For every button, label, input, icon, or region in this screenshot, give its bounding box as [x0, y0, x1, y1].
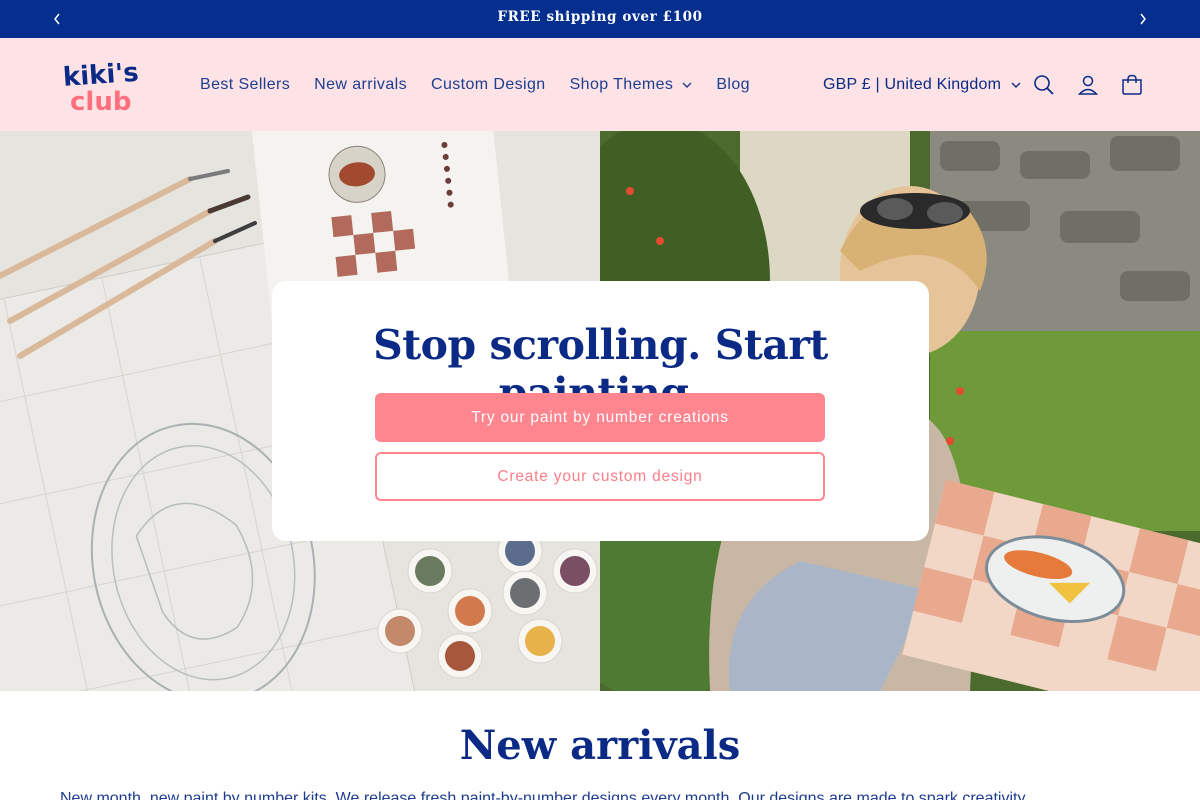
currency-label: GBP £ | United Kingdom — [823, 75, 1002, 93]
nav-custom-design[interactable]: Custom Design — [419, 76, 558, 94]
chevron-down-icon — [682, 82, 692, 88]
nav-best-sellers[interactable]: Best Sellers — [188, 76, 302, 94]
nav-label: Best Sellers — [200, 75, 291, 93]
site-header: kiki's club Best Sellers New arrivals Cu… — [0, 38, 1200, 131]
logo-mark: kiki's club — [62, 58, 140, 117]
new-arrivals-heading: New arrivals — [459, 722, 741, 769]
announcement-text: FREE shipping over £100 — [497, 9, 703, 25]
currency-selector[interactable]: GBP £ | United Kingdom — [823, 38, 1021, 131]
kikis-club-logo[interactable]: kiki's club — [60, 56, 150, 117]
custom-design-button[interactable]: Create your custom design — [375, 452, 825, 501]
announcement-next-button[interactable] — [1133, 9, 1153, 29]
nav-label: New arrivals — [314, 75, 407, 93]
paint-by-number-button[interactable]: Try our paint by number creations — [375, 393, 825, 442]
search-icon[interactable] — [1032, 73, 1056, 97]
main-nav: Best Sellers New arrivals Custom Design … — [188, 38, 762, 131]
nav-label: Shop Themes — [569, 75, 674, 93]
announcement-bar: FREE shipping over £100 — [0, 0, 1200, 38]
svg-text:club: club — [70, 87, 131, 116]
nav-label: Blog — [716, 75, 750, 93]
nav-new-arrivals[interactable]: New arrivals — [302, 76, 419, 94]
cart-icon[interactable] — [1120, 73, 1144, 97]
account-icon[interactable] — [1076, 73, 1100, 97]
chevron-right-icon — [1140, 13, 1146, 25]
hero-banner: Stop scrolling. Start painting. Try our … — [0, 131, 1200, 691]
nav-label: Custom Design — [431, 75, 546, 93]
nav-shop-themes[interactable]: Shop Themes — [558, 76, 705, 94]
nav-blog[interactable]: Blog — [704, 76, 762, 94]
chevron-down-icon — [1011, 82, 1021, 88]
hero-content-card: Stop scrolling. Start painting. Try our … — [272, 281, 929, 541]
new-arrivals-description: New month, new paint by number kits. We … — [60, 790, 1029, 800]
